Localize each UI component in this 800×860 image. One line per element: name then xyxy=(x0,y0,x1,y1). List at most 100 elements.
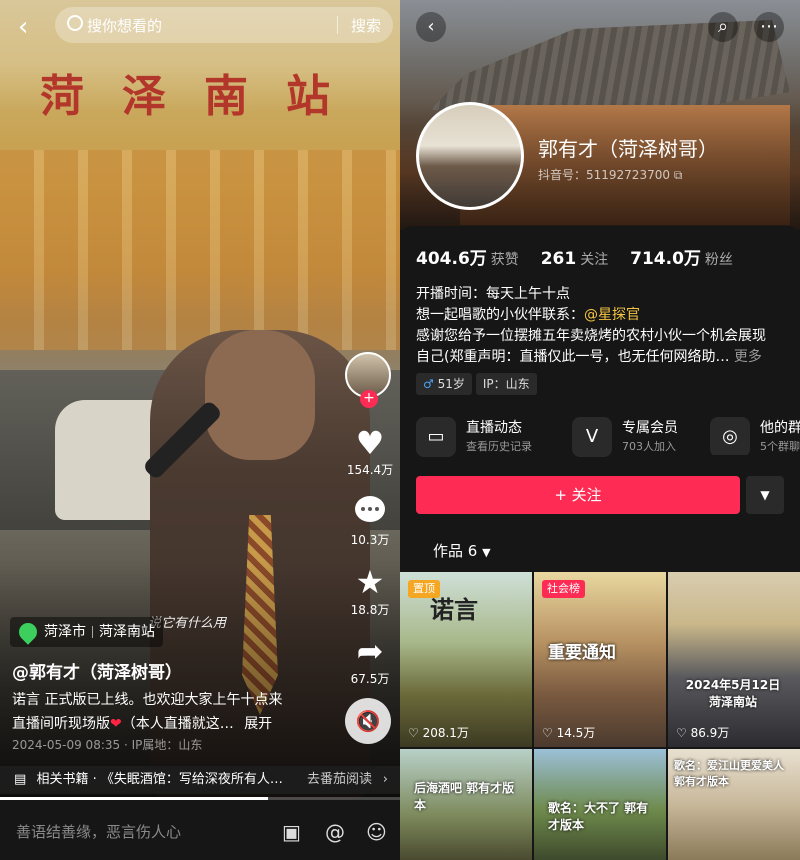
following-label[interactable]: 关注 xyxy=(580,252,608,268)
post-meta: 2024-05-09 08:35 · IP属地：山东 xyxy=(12,738,203,752)
chat-icon: ◎ xyxy=(710,417,750,455)
related-book-bar[interactable]: ▤ 相关书籍 · 《失眠酒馆：写给深夜所有人… 去番茄阅读 › xyxy=(0,766,400,794)
station-building xyxy=(0,150,400,350)
video-caption: 2024年5月12日 菏泽南站 xyxy=(685,678,781,709)
video-thumb[interactable]: 歌名：爱江山更爱美人 郭有才版本 xyxy=(668,749,800,860)
chevron-down-icon[interactable]: ▼ xyxy=(746,476,784,514)
feature-groups-sub: 5个群聊 xyxy=(760,440,800,453)
follow-plus-icon[interactable]: + xyxy=(360,390,378,408)
desc-line-2-text: 直播间听现场版 xyxy=(12,716,110,732)
video-likes-count: 14.5万 xyxy=(556,726,596,740)
comment-count: 10.3万 xyxy=(350,533,390,547)
tv-icon: ▭ xyxy=(416,417,456,457)
favorite-count: 18.8万 xyxy=(350,603,390,617)
video-thumb[interactable]: 社会榜 重要通知 ♡ 14.5万 xyxy=(534,572,666,747)
creator-handle[interactable]: @郭有才（菏泽树哥） xyxy=(12,658,182,683)
tab-works[interactable]: 作品 6 ▼ xyxy=(433,540,491,561)
red-heart-icon: ❤ xyxy=(110,716,122,732)
bio-line-4: 自己(郑重声明：直播仅此一号，也无任何网络助… 更多 xyxy=(416,347,786,368)
bio-mention[interactable]: @星探官 xyxy=(584,307,640,323)
heart-icon[interactable]: ♥ xyxy=(352,424,388,462)
bio-line-1: 开播时间：每天上午十点 xyxy=(416,286,570,302)
profile-name: 郭有才（菏泽树哥） xyxy=(538,137,718,161)
bio-line-3: 感谢您给予一位摆摊五年卖烧烤的农村小伙一个机会展现 xyxy=(416,328,766,344)
singer-head xyxy=(205,330,315,460)
share-icon[interactable]: ➦ xyxy=(352,632,388,670)
bio-line-2: 想一起唱歌的小伙伴联系：@星探官 xyxy=(416,305,786,326)
search-button[interactable]: 搜索 xyxy=(351,15,381,36)
male-icon: ♂ xyxy=(423,377,434,391)
age-text: 51岁 xyxy=(437,377,465,391)
bio-line-2-text: 想一起唱歌的小伙伴联系： xyxy=(416,307,584,323)
profile-avatar[interactable] xyxy=(416,102,524,210)
video-likes: ♡ 14.5万 xyxy=(542,726,596,740)
feature-groups[interactable]: ◎ 他的群 5个群聊 xyxy=(710,415,800,455)
location-tag[interactable]: 菏泽市 菏泽南站 xyxy=(10,617,163,647)
emoji-icon[interactable]: ☺ xyxy=(366,820,387,844)
like-count: 154.4万 xyxy=(346,463,394,477)
image-icon[interactable]: ▣ xyxy=(282,820,301,844)
video-thumb[interactable]: 2024年5月12日 菏泽南站 ♡ 86.9万 xyxy=(668,572,800,747)
trending-badge: 社会榜 xyxy=(542,580,585,598)
location-separator xyxy=(92,626,93,638)
search-icon[interactable]: ⌕ xyxy=(708,12,738,42)
video-description[interactable]: 诺言 正式版已上线。也欢迎大家上午十点来 直播间听现场版❤（本人直播就这… 展开 xyxy=(12,688,332,736)
video-caption: 诺言 xyxy=(430,595,478,624)
video-grid: 置顶 诺言 ♡ 208.1万 社会榜 重要通知 ♡ 14.5万 2024年5月1… xyxy=(400,572,800,860)
search-icon xyxy=(67,15,83,31)
feature-live[interactable]: ▭ 直播动态 查看历史记录 xyxy=(416,415,566,457)
follow-button[interactable]: + 关注 xyxy=(416,476,740,514)
profile-page: ‹ ⌕ ⋯ 郭有才（菏泽树哥） 抖音号：51192723700 ⧉ 404.6万… xyxy=(400,0,800,860)
video-likes-count: 208.1万 xyxy=(422,726,469,740)
desc-line-1: 诺言 正式版已上线。也欢迎大家上午十点来 xyxy=(12,692,283,708)
comment-input[interactable]: 善语结善缘，恶言伤人心 xyxy=(16,821,181,842)
likes-label: 获赞 xyxy=(490,252,519,268)
bio-line-4-text: 自己(郑重声明：直播仅此一号，也无任何网络助… xyxy=(416,349,730,365)
age-tag: ♂ 51岁 xyxy=(416,373,472,395)
video-thumb[interactable]: 置顶 诺言 ♡ 208.1万 xyxy=(400,572,532,747)
book-label: 相关书籍 · 《失眠酒馆：写给深夜所有人… xyxy=(36,772,283,787)
share-count: 67.5万 xyxy=(350,672,390,686)
video-likes: ♡ 86.9万 xyxy=(676,726,730,740)
video-caption: 歌名：大不了 郭有才版本 xyxy=(548,801,649,832)
video-likes: ♡ 208.1万 xyxy=(408,726,469,740)
back-arrow-icon[interactable]: ‹ xyxy=(18,12,28,42)
chevron-right-icon: › xyxy=(382,772,388,787)
video-likes-count: 86.9万 xyxy=(690,726,730,740)
comment-bar[interactable]: 善语结善缘，恶言伤人心 ▣ @ ☺ xyxy=(0,800,400,860)
fans-label[interactable]: 粉丝 xyxy=(705,252,733,268)
profile-id[interactable]: 抖音号：51192723700 ⧉ xyxy=(538,166,682,183)
expand-link[interactable]: 展开 xyxy=(244,716,272,732)
copy-icon[interactable]: ⧉ xyxy=(674,168,683,182)
bio-more-link[interactable]: 更多 xyxy=(734,349,762,365)
video-thumb[interactable]: 后海酒吧 郭有才版本 xyxy=(400,749,532,860)
fans-value[interactable]: 714.0万 xyxy=(630,249,701,269)
feature-membership[interactable]: V 专属会员 703人加入 xyxy=(572,415,702,457)
video-thumb[interactable]: 歌名：大不了 郭有才版本 xyxy=(534,749,666,860)
book-icon: ▤ xyxy=(14,772,27,787)
comment-icon[interactable] xyxy=(352,494,388,534)
following-value[interactable]: 261 xyxy=(541,249,577,269)
star-icon[interactable]: ★ xyxy=(352,563,388,601)
at-icon[interactable]: @ xyxy=(325,820,345,844)
profile-stats: 404.6万 获赞 261 关注 714.0万 粉丝 xyxy=(416,244,749,269)
more-icon[interactable]: ⋯ xyxy=(754,12,784,42)
feature-membership-title: 专属会员 xyxy=(622,420,678,436)
feature-live-title: 直播动态 xyxy=(466,420,522,436)
video-caption: 后海酒吧 郭有才版本 xyxy=(414,781,515,812)
profile-bio: 开播时间：每天上午十点 想一起唱歌的小伙伴联系：@星探官 感谢您给予一位摆摊五年… xyxy=(416,284,786,368)
desc-line-2: 直播间听现场版❤（本人直播就这… 展开 xyxy=(12,712,332,736)
station-sign: 菏泽南站 xyxy=(40,71,368,122)
video-caption: 歌名：爱江山更爱美人 郭有才版本 xyxy=(674,759,784,788)
vip-icon: V xyxy=(572,417,612,457)
location-city: 菏泽市 xyxy=(44,624,86,640)
desc-line-2-tail: （本人直播就这… xyxy=(121,716,234,732)
search-placeholder: 搜你想看的 xyxy=(87,17,163,35)
video-player[interactable]: 菏泽南站 说它有什么用 ‹ 搜你想看的 搜索 + ♥ 154.4万 10.3万 … xyxy=(0,0,400,860)
mute-icon[interactable]: 🔇 xyxy=(345,698,391,744)
profile-tags: ♂ 51岁 IP：山东 xyxy=(416,373,541,395)
caret-down-icon: ▼ xyxy=(482,546,491,559)
book-action[interactable]: 去番茄阅读 xyxy=(307,766,372,794)
back-arrow-icon[interactable]: ‹ xyxy=(416,12,446,42)
search-bar[interactable]: 搜你想看的 搜索 xyxy=(55,7,393,43)
